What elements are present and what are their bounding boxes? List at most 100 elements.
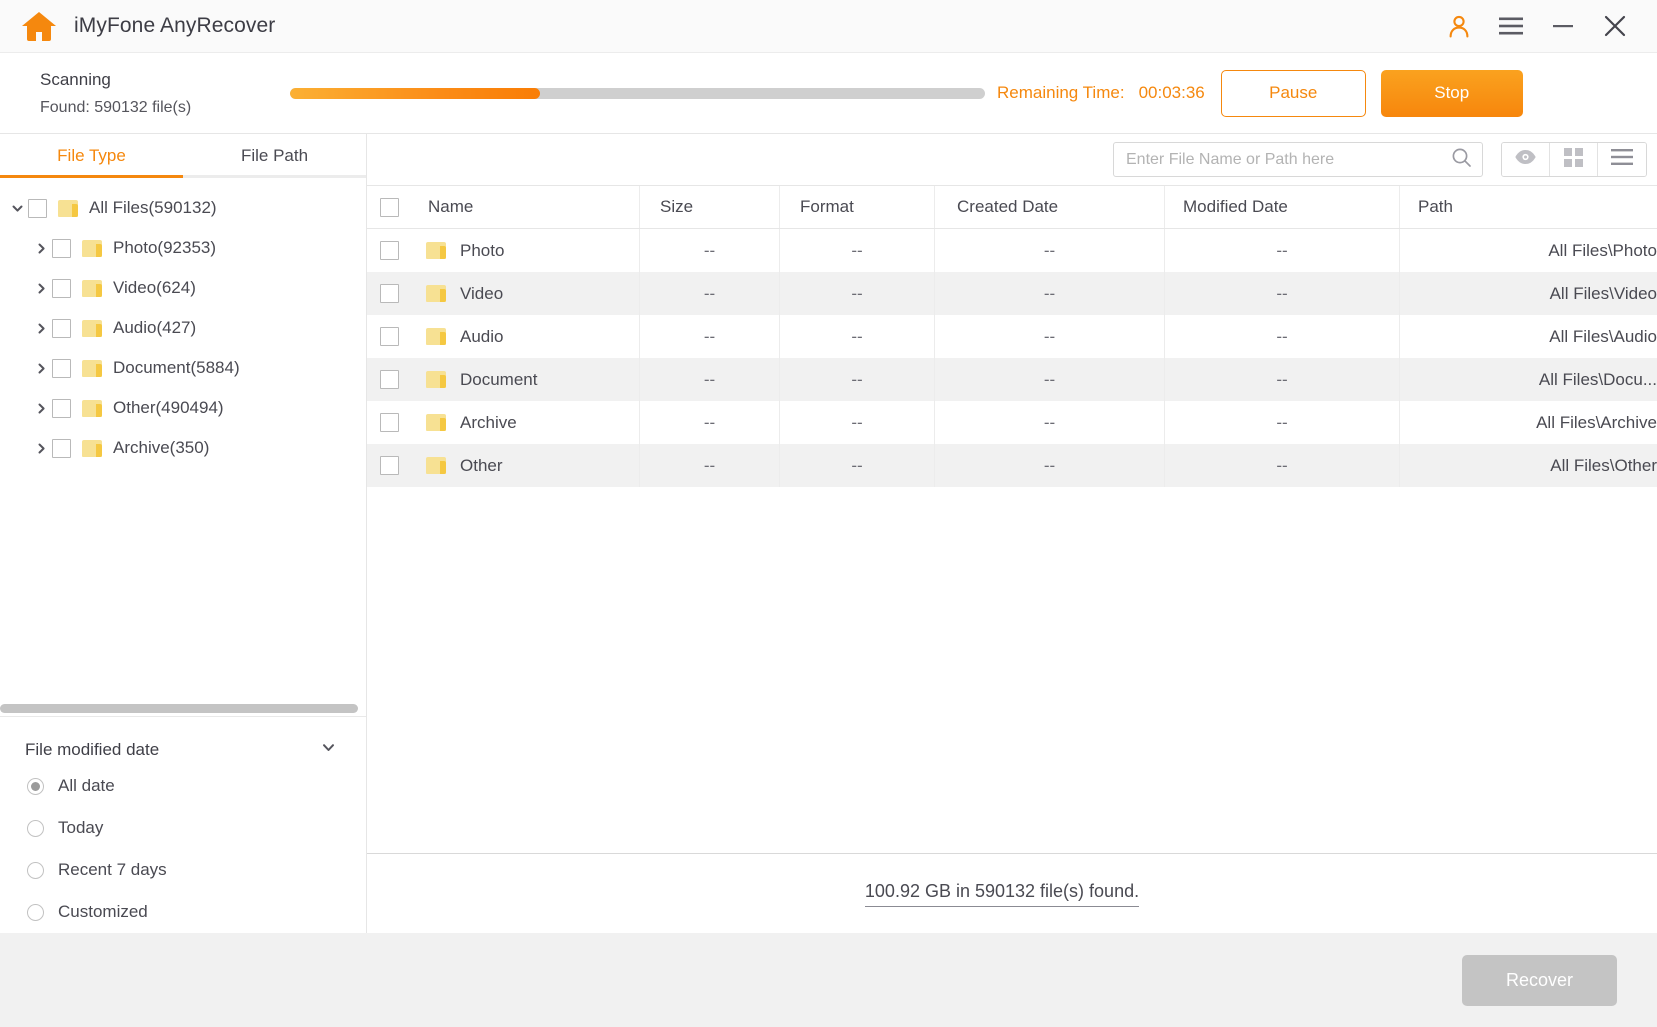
- row-created-date: --: [935, 444, 1165, 487]
- tree-node-document[interactable]: Document(5884): [0, 348, 366, 388]
- row-checkbox[interactable]: [380, 327, 399, 346]
- table-row[interactable]: Audio -- -- -- -- All Files\Audio: [367, 315, 1657, 358]
- table-row[interactable]: Video -- -- -- -- All Files\Video: [367, 272, 1657, 315]
- preview-toggle-button[interactable]: [1502, 143, 1550, 176]
- chevron-right-icon[interactable]: [30, 282, 52, 295]
- filter-option-recent-7-days[interactable]: Recent 7 days: [0, 849, 366, 891]
- progress-fill: [290, 88, 540, 99]
- list-view-icon: [1611, 148, 1633, 171]
- account-button[interactable]: [1433, 0, 1485, 53]
- table-row[interactable]: Other -- -- -- -- All Files\Other: [367, 444, 1657, 487]
- tree-node-other[interactable]: Other(490494): [0, 388, 366, 428]
- search-box[interactable]: [1113, 142, 1483, 177]
- sidebar: File Type File Path All Files(590132): [0, 134, 367, 933]
- column-header-modified-date[interactable]: Modified Date: [1165, 186, 1400, 228]
- chevron-down-icon[interactable]: [321, 740, 336, 760]
- row-select-cell[interactable]: [367, 401, 411, 444]
- folder-icon: [426, 328, 446, 345]
- radio-icon[interactable]: [27, 904, 44, 921]
- close-button[interactable]: [1589, 0, 1641, 53]
- search-icon[interactable]: [1451, 147, 1472, 173]
- chevron-down-icon[interactable]: [6, 202, 28, 215]
- column-header-path[interactable]: Path: [1400, 186, 1657, 228]
- row-select-cell[interactable]: [367, 358, 411, 401]
- tree-checkbox-all-files[interactable]: [28, 199, 47, 218]
- column-header-size[interactable]: Size: [640, 186, 780, 228]
- stop-button[interactable]: Stop: [1381, 70, 1523, 117]
- tree-node-audio[interactable]: Audio(427): [0, 308, 366, 348]
- table-row[interactable]: Archive -- -- -- -- All Files\Archive: [367, 401, 1657, 444]
- row-created-date: --: [935, 229, 1165, 272]
- column-header-created-date[interactable]: Created Date: [935, 186, 1165, 228]
- close-icon: [1603, 14, 1627, 38]
- tab-file-type[interactable]: File Type: [0, 134, 183, 178]
- tree-label: Video(624): [113, 278, 196, 298]
- tree-checkbox-other[interactable]: [52, 399, 71, 418]
- folder-icon: [82, 280, 102, 297]
- filter-option-label: Today: [58, 818, 103, 838]
- row-select-cell[interactable]: [367, 315, 411, 358]
- row-size: --: [640, 358, 780, 401]
- filter-option-customized[interactable]: Customized: [0, 891, 366, 933]
- tree-checkbox-photo[interactable]: [52, 239, 71, 258]
- scan-found-label: Found: 590132 file(s): [40, 99, 290, 117]
- table-row[interactable]: Photo -- -- -- -- All Files\Photo: [367, 229, 1657, 272]
- tree-node-all-files[interactable]: All Files(590132): [0, 188, 366, 228]
- search-input[interactable]: [1126, 151, 1451, 169]
- tree-label: Photo(92353): [113, 238, 216, 258]
- chevron-right-icon[interactable]: [30, 242, 52, 255]
- pause-button[interactable]: Pause: [1221, 70, 1366, 117]
- remaining-time-label: Remaining Time:: [997, 83, 1125, 103]
- status-bar: 100.92 GB in 590132 file(s) found.: [367, 853, 1657, 933]
- home-icon[interactable]: [22, 11, 56, 41]
- row-path: All Files\Docu...: [1400, 358, 1657, 401]
- row-checkbox[interactable]: [380, 241, 399, 260]
- sidebar-horizontal-scrollbar[interactable]: [0, 701, 366, 717]
- tree-checkbox-video[interactable]: [52, 279, 71, 298]
- menu-button[interactable]: [1485, 0, 1537, 53]
- column-header-format[interactable]: Format: [780, 186, 935, 228]
- row-checkbox[interactable]: [380, 284, 399, 303]
- filter-header[interactable]: File modified date: [0, 735, 366, 765]
- table-row[interactable]: Document -- -- -- -- All Files\Docu...: [367, 358, 1657, 401]
- chevron-right-icon[interactable]: [30, 322, 52, 335]
- tree-node-video[interactable]: Video(624): [0, 268, 366, 308]
- row-select-cell[interactable]: [367, 444, 411, 487]
- chevron-right-icon[interactable]: [30, 402, 52, 415]
- radio-icon[interactable]: [27, 778, 44, 795]
- row-path: All Files\Other: [1400, 444, 1657, 487]
- tree-label: All Files(590132): [89, 198, 217, 218]
- grid-view-button[interactable]: [1550, 143, 1598, 176]
- row-checkbox[interactable]: [380, 370, 399, 389]
- scrollbar-thumb[interactable]: [0, 704, 358, 713]
- remaining-time-value: 00:03:36: [1139, 83, 1205, 103]
- row-select-cell[interactable]: [367, 229, 411, 272]
- row-select-cell[interactable]: [367, 272, 411, 315]
- view-mode-group: [1501, 142, 1647, 177]
- radio-icon[interactable]: [27, 862, 44, 879]
- select-all-cell[interactable]: [367, 186, 411, 228]
- tree-checkbox-document[interactable]: [52, 359, 71, 378]
- filter-option-label: All date: [58, 776, 115, 796]
- minimize-icon: [1551, 19, 1575, 33]
- tree-checkbox-audio[interactable]: [52, 319, 71, 338]
- row-format: --: [780, 229, 935, 272]
- row-name-cell: Archive: [411, 401, 640, 444]
- row-checkbox[interactable]: [380, 413, 399, 432]
- minimize-button[interactable]: [1537, 0, 1589, 53]
- chevron-right-icon[interactable]: [30, 362, 52, 375]
- chevron-right-icon[interactable]: [30, 442, 52, 455]
- tab-file-path[interactable]: File Path: [183, 134, 366, 178]
- tree-checkbox-archive[interactable]: [52, 439, 71, 458]
- row-checkbox[interactable]: [380, 456, 399, 475]
- recover-button[interactable]: Recover: [1462, 955, 1617, 1006]
- tree-node-photo[interactable]: Photo(92353): [0, 228, 366, 268]
- filter-option-today[interactable]: Today: [0, 807, 366, 849]
- hamburger-icon: [1498, 16, 1524, 36]
- column-header-name[interactable]: Name: [411, 186, 640, 228]
- list-view-button[interactable]: [1598, 143, 1646, 176]
- tree-node-archive[interactable]: Archive(350): [0, 428, 366, 468]
- filter-option-all-date[interactable]: All date: [0, 765, 366, 807]
- select-all-checkbox[interactable]: [380, 198, 399, 217]
- radio-icon[interactable]: [27, 820, 44, 837]
